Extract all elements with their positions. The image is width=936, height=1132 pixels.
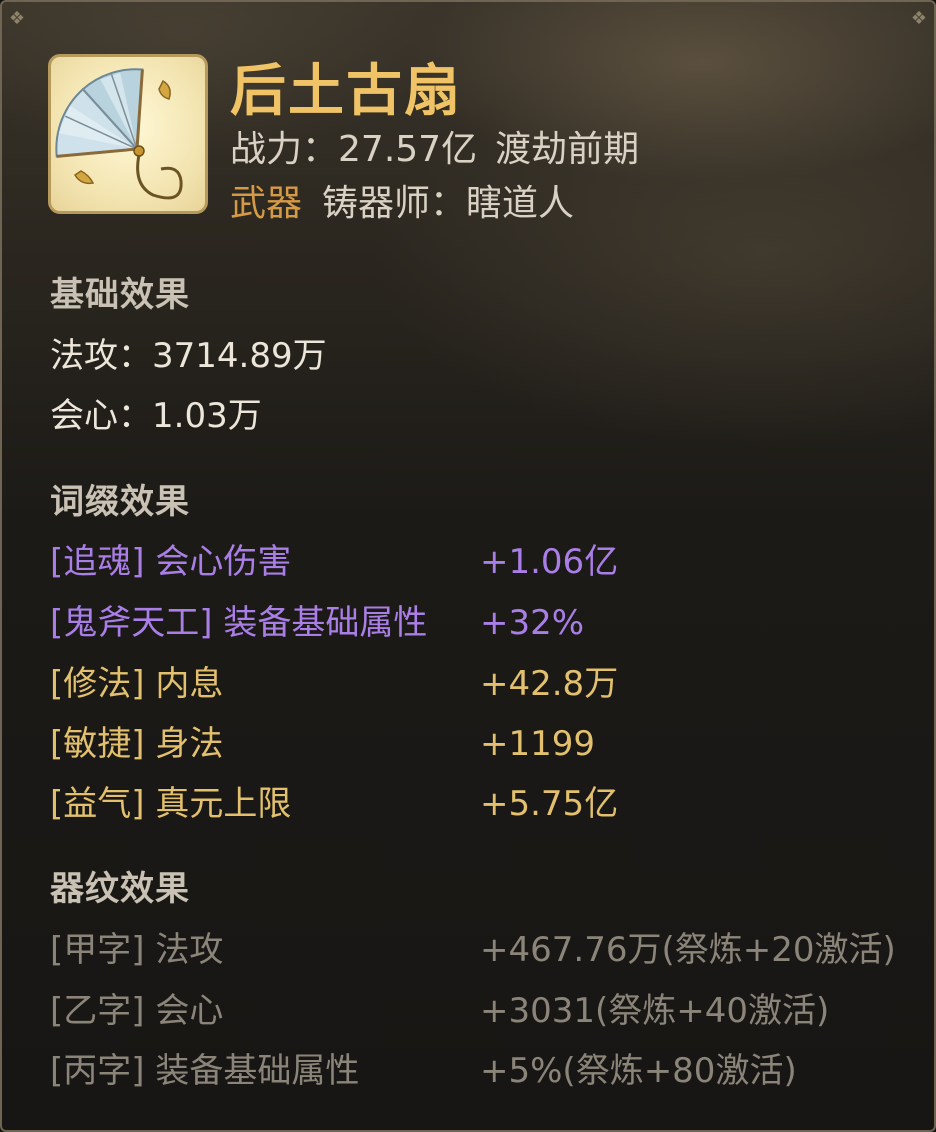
pattern-name: [丙字] 装备基础属性 xyxy=(50,1051,360,1091)
corner-ornament-icon: ❖ xyxy=(8,8,26,29)
realm-label: 渡劫前期 xyxy=(495,129,640,170)
affix-value: +42.8万 xyxy=(480,664,619,704)
pattern-row: [乙字] 会心 +3031(祭炼+40激活) xyxy=(50,987,910,1035)
power-label: 战力： xyxy=(230,129,339,170)
affix-row: [修法] 内息 +42.8万 xyxy=(50,660,910,708)
pattern-name: [乙字] 会心 xyxy=(50,991,224,1031)
affix-effects-title: 词缀效果 xyxy=(50,482,190,522)
folding-fan-icon xyxy=(48,54,208,214)
affix-name: [敏捷] 身法 xyxy=(50,724,224,764)
affix-name: [修法] 内息 xyxy=(50,664,224,704)
power-value: 27.57亿 xyxy=(338,129,478,170)
affix-name: [追魂] 会心伤害 xyxy=(50,542,292,582)
pattern-value: +5%(祭炼+80激活) xyxy=(480,1051,797,1091)
affix-name: [益气] 真元上限 xyxy=(50,784,292,824)
base-effect-row: 会心：1.03万 xyxy=(50,396,262,436)
pattern-row: [甲字] 法攻 +467.76万(祭炼+20激活) xyxy=(50,926,910,974)
power-line: 战力：27.57亿 渡劫前期 xyxy=(230,126,639,174)
pattern-value: +3031(祭炼+40激活) xyxy=(480,991,830,1031)
base-effects-title: 基础效果 xyxy=(50,275,190,315)
affix-row: [鬼斧天工] 装备基础属性 +32% xyxy=(50,599,910,647)
affix-row: [敏捷] 身法 +1199 xyxy=(50,720,910,768)
crafter-label: 铸器师： xyxy=(322,183,467,224)
affix-value: +5.75亿 xyxy=(480,784,619,824)
affix-value: +32% xyxy=(480,603,585,643)
affix-row: [益气] 真元上限 +5.75亿 xyxy=(50,780,910,828)
base-effect-row: 法攻：3714.89万 xyxy=(50,336,327,376)
pattern-value: +467.76万(祭炼+20激活) xyxy=(480,930,896,970)
affix-row: [追魂] 会心伤害 +1.06亿 xyxy=(50,538,910,586)
item-name: 后土古扇 xyxy=(230,58,462,124)
pattern-effects-title: 器纹效果 xyxy=(50,869,190,909)
item-type: 武器 xyxy=(230,183,303,224)
affix-value: +1.06亿 xyxy=(480,542,619,582)
crafter-name: 瞎道人 xyxy=(466,183,575,224)
type-crafter-line: 武器 铸器师：瞎道人 xyxy=(230,180,574,228)
item-tooltip-panel: ❖ ❖ 后土古扇 战力：27.57亿 渡劫前期 武器 铸器师：瞎道人 基础效果 … xyxy=(0,0,936,1132)
pattern-name: [甲字] 法攻 xyxy=(50,930,224,970)
corner-ornament-icon: ❖ xyxy=(910,8,928,29)
affix-name: [鬼斧天工] 装备基础属性 xyxy=(50,603,428,643)
affix-value: +1199 xyxy=(480,724,596,764)
pattern-row: [丙字] 装备基础属性 +5%(祭炼+80激活) xyxy=(50,1047,910,1095)
